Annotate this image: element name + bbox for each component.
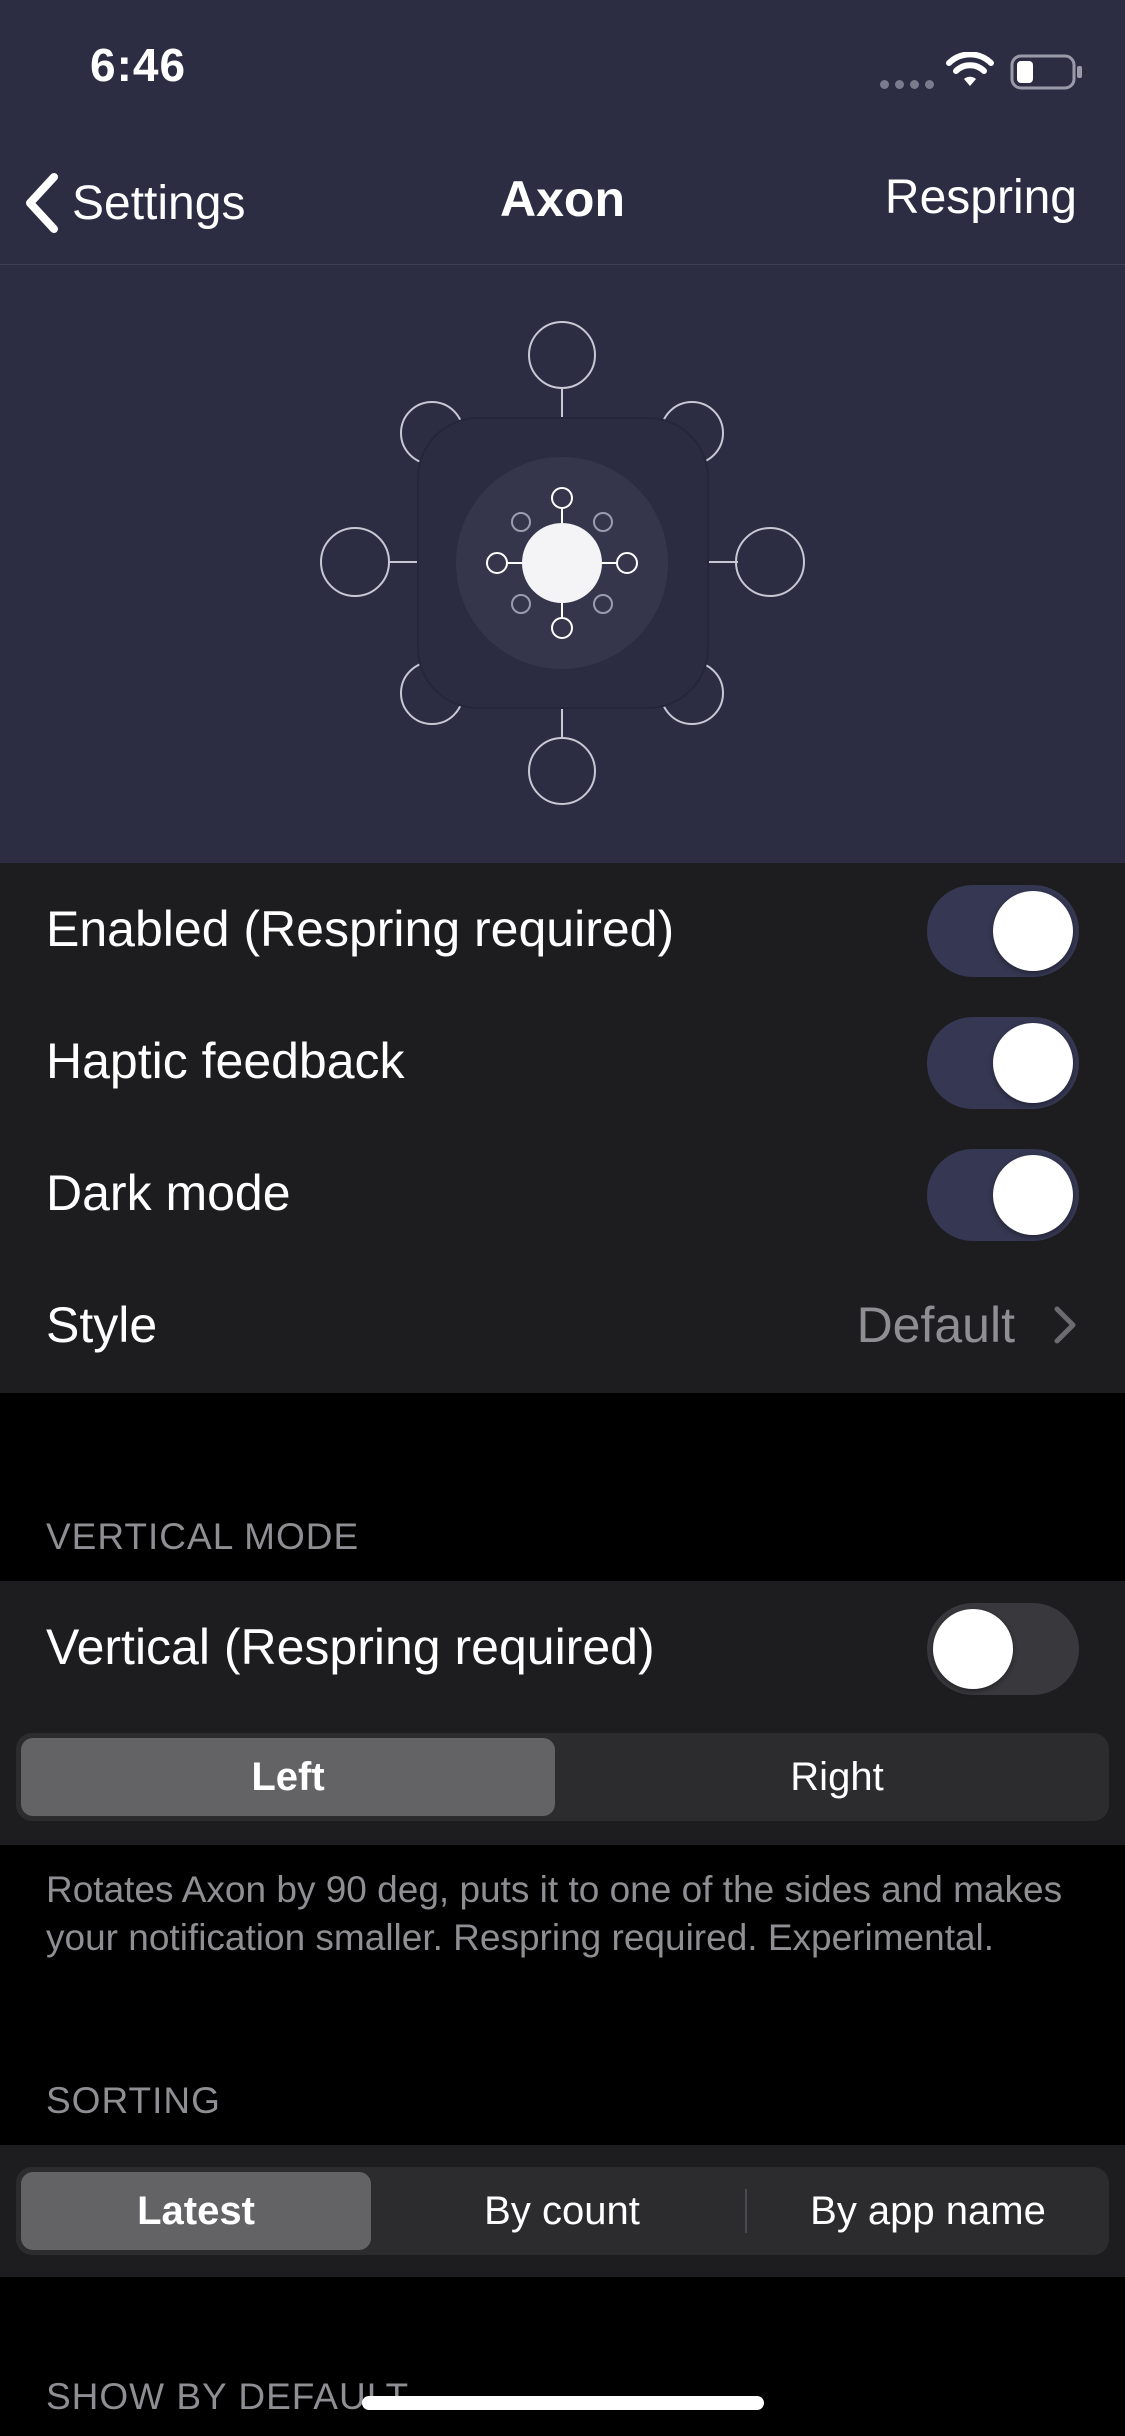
vertical-label: Vertical (Respring required)	[46, 1619, 655, 1675]
toggle-knob	[993, 1023, 1073, 1103]
vertical-toggle[interactable]	[927, 1603, 1079, 1695]
vertical-mode-footer: Rotates Axon by 90 deg, puts it to one o…	[46, 1869, 1063, 1958]
axon-logo-graphic	[320, 321, 805, 805]
row-vertical: Vertical (Respring required)	[0, 1581, 1125, 1713]
section-header-vertical-mode: VERTICAL MODE	[46, 1516, 360, 1557]
status-time: 6:46	[90, 39, 187, 91]
toggle-knob	[993, 1155, 1073, 1235]
haptic-label: Haptic feedback	[46, 1033, 405, 1089]
haptic-toggle[interactable]	[927, 1017, 1079, 1109]
dark-mode-label: Dark mode	[46, 1165, 291, 1221]
settings-group-general: Enabled (Respring required) Haptic feedb…	[0, 863, 1125, 1393]
segment-by-count[interactable]: By count	[386, 2172, 738, 2250]
header-area: 6:46 Settings Axon Respring	[0, 0, 1125, 863]
axon-logo	[0, 265, 1125, 863]
segment-left[interactable]: Left	[21, 1738, 555, 1816]
settings-group-sorting: Latest By count By app name	[0, 2145, 1125, 2277]
toggle-knob	[933, 1609, 1013, 1689]
section-header-show-by-default: SHOW BY DEFAULT	[46, 2376, 410, 2417]
segment-divider	[745, 2189, 747, 2233]
row-dark-mode: Dark mode	[0, 1127, 1125, 1259]
chevron-right-icon	[1054, 1306, 1076, 1344]
enabled-label: Enabled (Respring required)	[46, 901, 675, 957]
cellular-dots-icon	[880, 76, 940, 94]
row-style[interactable]: Style Default	[0, 1259, 1125, 1391]
segment-right[interactable]: Right	[570, 1738, 1104, 1816]
side-segmented-control: Left Right	[16, 1733, 1109, 1821]
enabled-toggle[interactable]	[927, 885, 1079, 977]
toggle-knob	[993, 891, 1073, 971]
status-bar: 6:46	[0, 0, 1125, 140]
style-value: Default	[856, 1297, 1015, 1353]
wifi-icon	[946, 52, 994, 86]
segment-by-app-name[interactable]: By app name	[752, 2172, 1104, 2250]
dark-mode-toggle[interactable]	[927, 1149, 1079, 1241]
row-enabled: Enabled (Respring required)	[0, 863, 1125, 995]
style-label: Style	[46, 1297, 158, 1353]
settings-group-vertical-mode: Vertical (Respring required) Left Right	[0, 1581, 1125, 1845]
battery-icon	[1010, 54, 1082, 90]
row-haptic: Haptic feedback	[0, 995, 1125, 1127]
section-header-sorting: SORTING	[46, 2080, 221, 2121]
home-indicator[interactable]	[362, 2396, 764, 2410]
sorting-segmented-control: Latest By count By app name	[16, 2167, 1109, 2255]
segment-latest[interactable]: Latest	[21, 2172, 371, 2250]
navigation-bar: Settings Axon Respring	[0, 140, 1125, 265]
respring-button[interactable]: Respring	[885, 170, 1077, 225]
